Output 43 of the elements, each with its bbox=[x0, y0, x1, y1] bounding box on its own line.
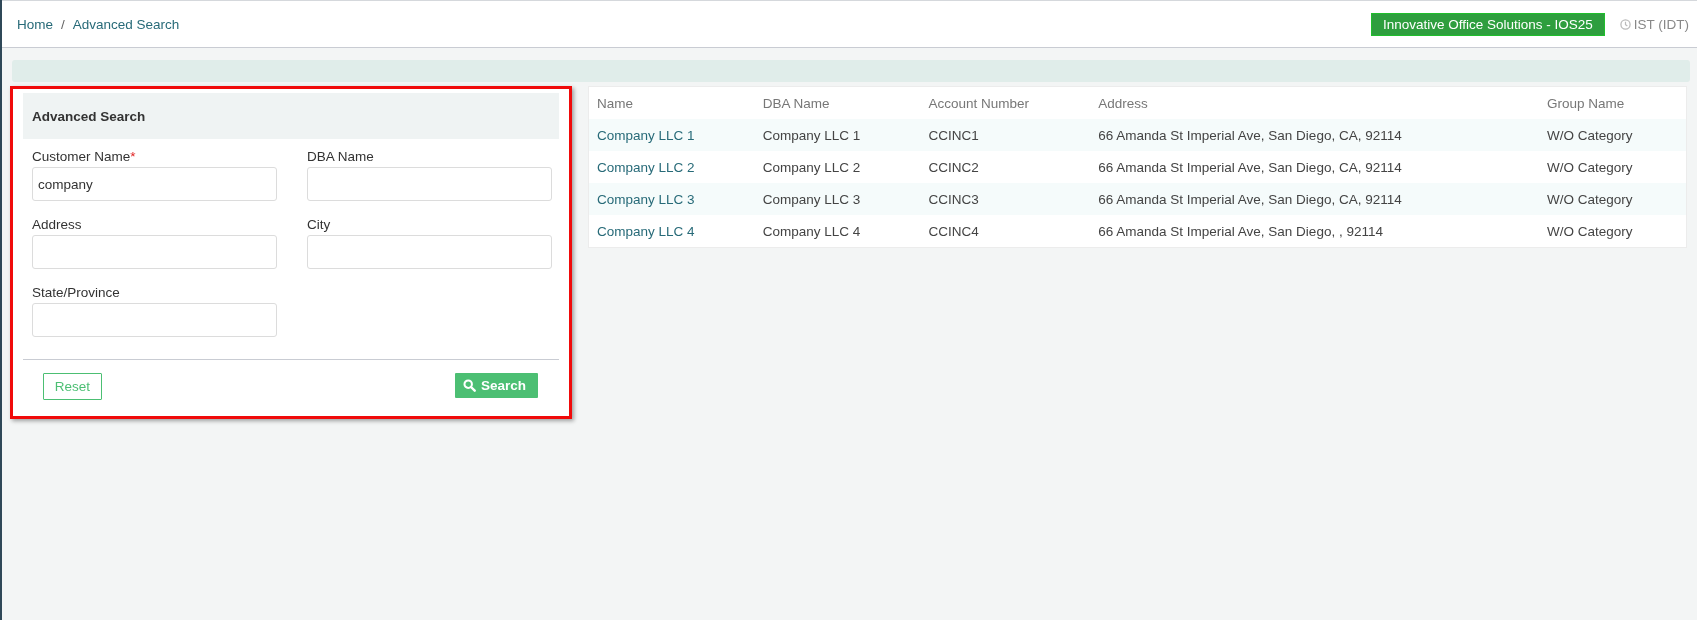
table-cell: Company LLC 4 bbox=[597, 223, 695, 239]
input-field[interactable]: company bbox=[32, 167, 277, 201]
table-cell: CCINC4 bbox=[928, 223, 979, 239]
column-header: Name bbox=[597, 95, 633, 111]
breadcrumb-link[interactable]: Home bbox=[17, 16, 53, 32]
table-cell: W/O Category bbox=[1546, 127, 1633, 143]
table-cell: CCINC2 bbox=[928, 159, 979, 175]
table-cell: CCINC3 bbox=[928, 191, 979, 207]
column-header: DBA Name bbox=[762, 95, 830, 111]
field-label: Customer Name* bbox=[32, 149, 137, 164]
input-field[interactable] bbox=[32, 235, 277, 269]
table-cell: 66 Amanda St Imperial Ave, San Diego, CA, 92114 bbox=[1098, 127, 1402, 143]
column-header: Account Number bbox=[928, 95, 1030, 111]
field-label: City bbox=[307, 217, 332, 232]
column-header: Address bbox=[1098, 95, 1148, 111]
table-cell: CCINC1 bbox=[928, 127, 979, 143]
table-cell: Company LLC 4 bbox=[762, 223, 861, 239]
field-label: Address bbox=[32, 217, 83, 232]
table-cell: Company LLC 2 bbox=[597, 159, 695, 175]
table-cell: 66 Amanda St Imperial Ave, San Diego, CA, 92114 bbox=[1098, 159, 1402, 175]
table-cell: Company LLC 3 bbox=[762, 191, 861, 207]
input-field[interactable] bbox=[307, 167, 552, 201]
field-label: State/Province bbox=[32, 285, 121, 300]
clock-icon bbox=[1619, 18, 1631, 30]
table-cell: Company LLC 1 bbox=[762, 127, 861, 143]
input-field[interactable] bbox=[307, 235, 552, 269]
input-field[interactable] bbox=[32, 303, 277, 337]
column-header: Group Name bbox=[1546, 95, 1625, 111]
timezone-label: IST (IDT) bbox=[1633, 16, 1689, 32]
table-cell: Company LLC 1 bbox=[597, 127, 695, 143]
table-cell: W/O Category bbox=[1546, 223, 1633, 239]
table-cell: Company LLC 2 bbox=[762, 159, 861, 175]
table-cell: W/O Category bbox=[1546, 191, 1633, 207]
table-cell: 66 Amanda St Imperial Ave, San Diego, , 92114 bbox=[1098, 223, 1383, 239]
table-cell: W/O Category bbox=[1546, 159, 1633, 175]
search-icon bbox=[462, 379, 476, 392]
company-badge: Innovative Office Solutions - IOS25 bbox=[1370, 12, 1605, 36]
field-label: DBA Name bbox=[307, 149, 375, 164]
panel-title: Advanced Search bbox=[32, 108, 146, 124]
breadcrumb-separator: / bbox=[61, 16, 65, 32]
breadcrumb-link[interactable]: Advanced Search bbox=[72, 16, 180, 32]
table-cell: Company LLC 3 bbox=[597, 191, 695, 207]
table-cell: 66 Amanda St Imperial Ave, San Diego, CA, 92114 bbox=[1098, 191, 1402, 207]
